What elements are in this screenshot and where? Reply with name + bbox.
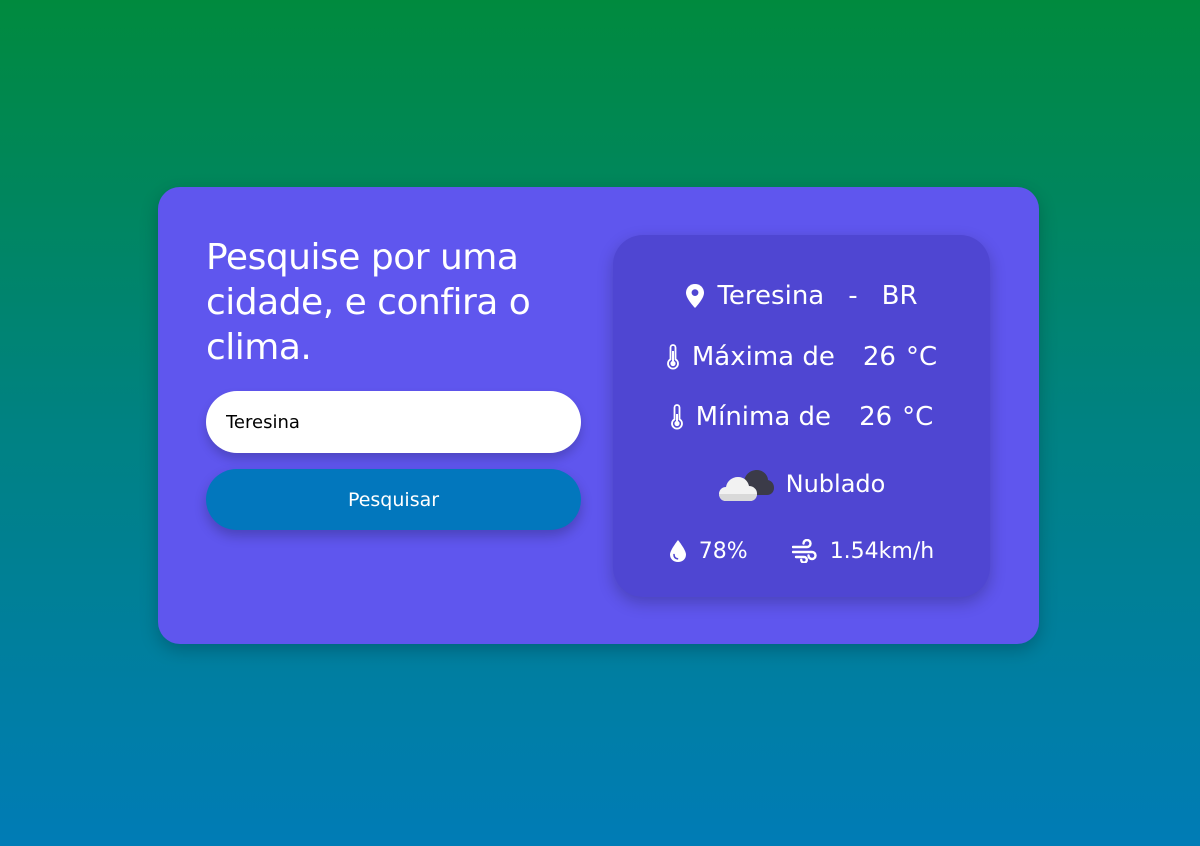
max-temp-value: 26 <box>862 342 896 372</box>
wind-group: 1.54km/h <box>791 538 935 564</box>
location-row: Teresina - BR <box>613 277 990 315</box>
min-temp-value: 26 <box>859 402 893 432</box>
city-name: Teresina <box>717 281 825 311</box>
weather-card: Pesquise por uma cidade, e confira o cli… <box>158 187 1039 644</box>
extra-info-row: 78% 1.54km/h <box>613 533 990 569</box>
max-temp-label: Máxima de <box>691 342 835 372</box>
cloud-icon <box>718 465 774 503</box>
wind-icon <box>791 539 818 563</box>
map-pin-icon <box>685 283 705 309</box>
weather-description: Nublado <box>785 470 886 498</box>
weather-info-panel: Teresina - BR Máxima de 26 °C Mínima de … <box>613 235 990 597</box>
condition-row: Nublado <box>613 460 990 508</box>
thermometer-icon <box>666 344 680 370</box>
location-separator: - <box>848 281 858 311</box>
min-temp-row: Mínima de 26 °C <box>613 397 990 437</box>
search-button[interactable]: Pesquisar <box>206 469 581 530</box>
min-temp-label: Mínima de <box>695 402 832 432</box>
humidity-group: 78% <box>669 539 748 564</box>
water-drop-icon <box>669 539 687 563</box>
city-search-input[interactable] <box>206 391 581 453</box>
thermometer-icon <box>670 404 684 430</box>
page-title: Pesquise por uma cidade, e confira o cli… <box>206 237 531 368</box>
min-temp-unit: °C <box>902 402 934 432</box>
country-code: BR <box>881 281 918 311</box>
humidity-value: 78% <box>698 538 748 564</box>
wind-speed-value: 1.54km/h <box>829 538 935 564</box>
max-temp-row: Máxima de 26 °C <box>613 337 990 377</box>
max-temp-unit: °C <box>905 342 938 372</box>
